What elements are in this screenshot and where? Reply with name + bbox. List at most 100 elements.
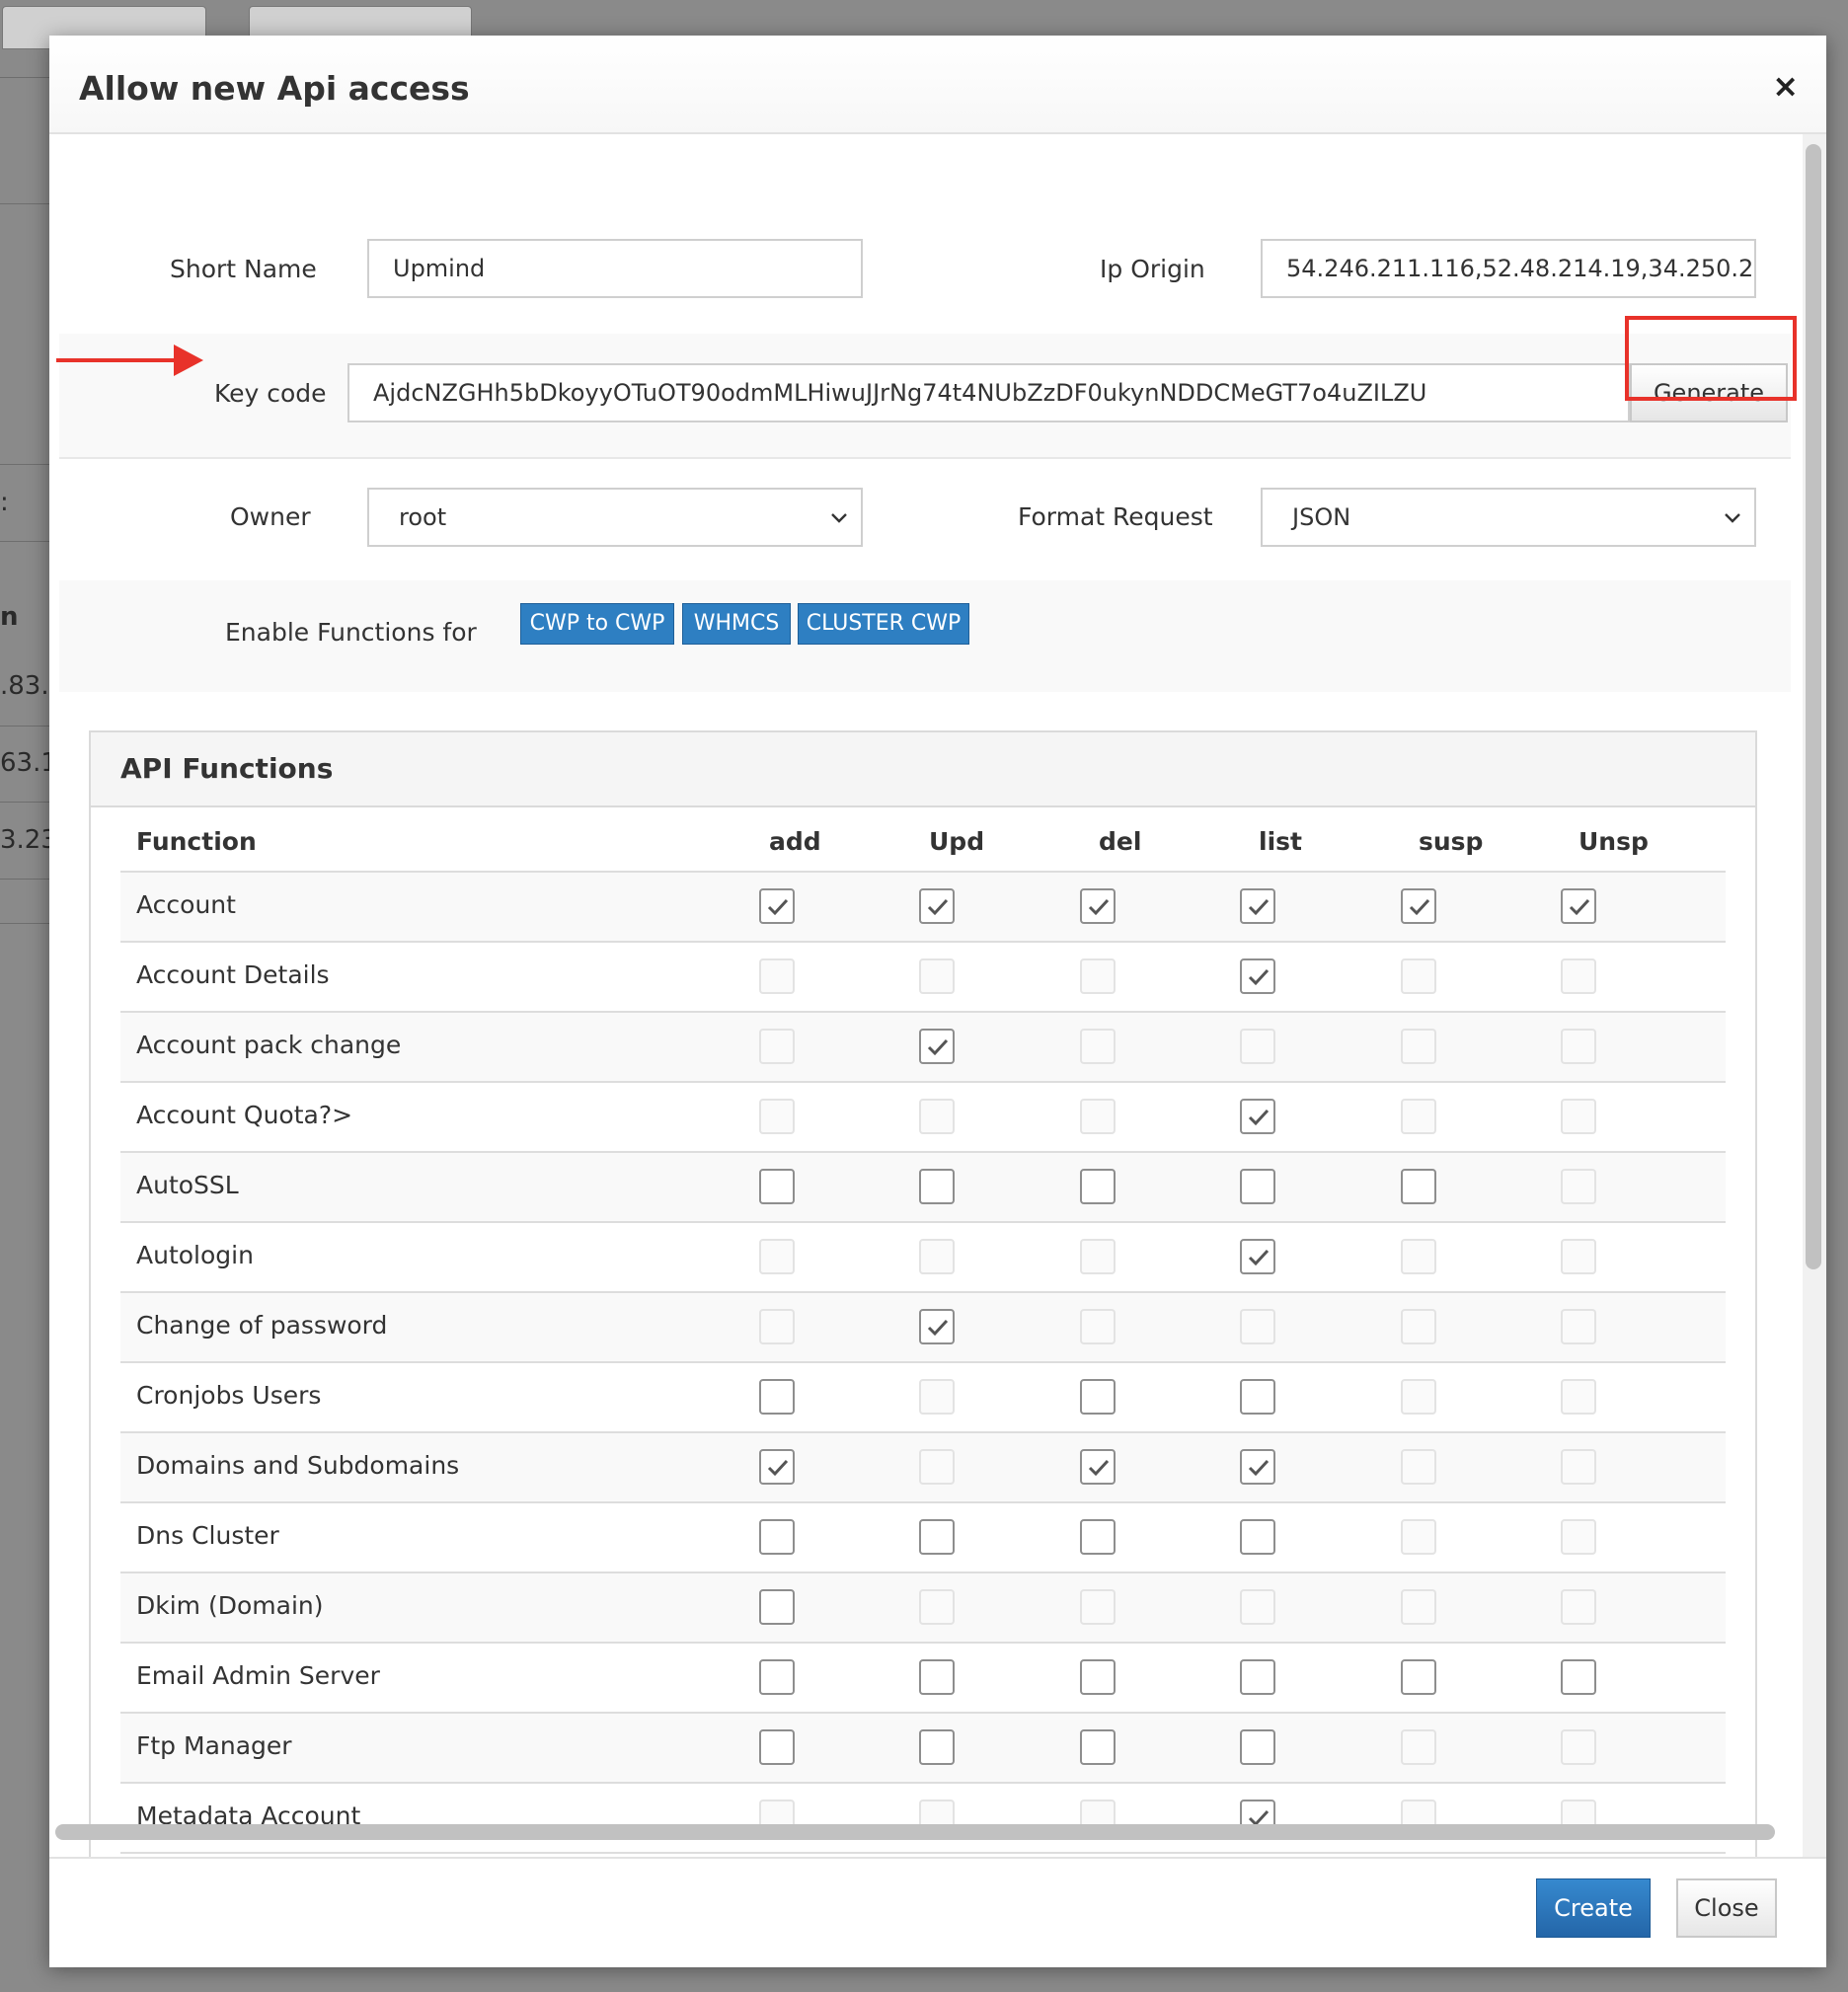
owner-select[interactable]: root bbox=[367, 488, 863, 547]
checkbox-susp bbox=[1401, 1239, 1436, 1274]
key-code-input[interactable]: AjdcNZGHh5bDkoyyOTuOT90odmMLHiwuJJrNg74t… bbox=[347, 363, 1630, 422]
table-row: Cronjobs Users bbox=[120, 1363, 1726, 1433]
checkbox-add[interactable] bbox=[759, 1659, 795, 1695]
chevron-down-icon bbox=[831, 513, 847, 523]
table-row: Autologin bbox=[120, 1223, 1726, 1293]
checkbox-del[interactable] bbox=[1080, 1449, 1116, 1485]
checkbox-upd bbox=[919, 1379, 955, 1415]
checkbox-upd[interactable] bbox=[919, 1729, 955, 1765]
annotation-arrow-line bbox=[56, 358, 180, 362]
checkbox-unsp bbox=[1561, 958, 1596, 994]
checkbox-list[interactable] bbox=[1240, 1729, 1275, 1765]
checkbox-upd bbox=[919, 1099, 955, 1134]
checkbox-add[interactable] bbox=[759, 1449, 795, 1485]
modal-footer: Create Close bbox=[49, 1857, 1826, 1967]
close-icon[interactable]: × bbox=[1772, 67, 1799, 105]
checkbox-list[interactable] bbox=[1240, 1239, 1275, 1274]
checkmark-icon bbox=[767, 898, 789, 916]
enable-functions-label: Enable Functions for bbox=[225, 618, 477, 647]
checkbox-del[interactable] bbox=[1080, 1379, 1116, 1415]
close-button[interactable]: Close bbox=[1676, 1878, 1777, 1938]
checkbox-unsp[interactable] bbox=[1561, 888, 1596, 924]
checkbox-add[interactable] bbox=[759, 1169, 795, 1204]
checkbox-add[interactable] bbox=[759, 1379, 795, 1415]
vertical-scrollbar-thumb[interactable] bbox=[1806, 144, 1821, 1269]
checkmark-icon bbox=[1088, 1459, 1110, 1477]
form-row-key-code: Key code AjdcNZGHh5bDkoyyOTuOT90odmMLHiw… bbox=[59, 334, 1791, 459]
checkbox-susp[interactable] bbox=[1401, 1659, 1436, 1695]
checkbox-unsp bbox=[1561, 1519, 1596, 1555]
cwp-to-cwp-button[interactable]: CWP to CWP bbox=[520, 603, 674, 645]
checkbox-del[interactable] bbox=[1080, 1659, 1116, 1695]
checkbox-list[interactable] bbox=[1240, 1519, 1275, 1555]
checkbox-susp[interactable] bbox=[1401, 888, 1436, 924]
checkbox-add[interactable] bbox=[759, 1729, 795, 1765]
checkbox-del bbox=[1080, 1309, 1116, 1344]
checkbox-unsp bbox=[1561, 1099, 1596, 1134]
checkbox-add[interactable] bbox=[759, 888, 795, 924]
table-row: Dns Cluster bbox=[120, 1503, 1726, 1573]
checkbox-upd[interactable] bbox=[919, 1519, 955, 1555]
checkbox-unsp bbox=[1561, 1589, 1596, 1625]
checkbox-del[interactable] bbox=[1080, 1169, 1116, 1204]
checkbox-list bbox=[1240, 1309, 1275, 1344]
function-name: Autologin bbox=[136, 1241, 254, 1269]
api-access-modal: Allow new Api access × Short Name Upmind… bbox=[49, 36, 1826, 1967]
checkbox-unsp[interactable] bbox=[1561, 1659, 1596, 1695]
checkbox-upd[interactable] bbox=[919, 1309, 955, 1344]
checkmark-icon bbox=[1248, 1459, 1270, 1477]
function-name: Ftp Manager bbox=[136, 1731, 292, 1760]
checkmark-icon bbox=[1248, 968, 1270, 986]
checkbox-del[interactable] bbox=[1080, 888, 1116, 924]
checkbox-list[interactable] bbox=[1240, 888, 1275, 924]
checkbox-upd[interactable] bbox=[919, 1659, 955, 1695]
checkmark-icon bbox=[927, 898, 949, 916]
checkbox-upd[interactable] bbox=[919, 1029, 955, 1064]
checkbox-list[interactable] bbox=[1240, 1379, 1275, 1415]
checkbox-list bbox=[1240, 1029, 1275, 1064]
whmcs-button[interactable]: WHMCS bbox=[682, 603, 791, 645]
checkbox-del[interactable] bbox=[1080, 1729, 1116, 1765]
function-name: Cronjobs Users bbox=[136, 1381, 322, 1410]
horizontal-scrollbar-thumb[interactable] bbox=[55, 1824, 1775, 1840]
checkmark-icon bbox=[1248, 1109, 1270, 1126]
checkbox-upd[interactable] bbox=[919, 1169, 955, 1204]
checkbox-list[interactable] bbox=[1240, 1659, 1275, 1695]
checkbox-list[interactable] bbox=[1240, 1099, 1275, 1134]
owner-label: Owner bbox=[230, 502, 311, 531]
checkbox-add[interactable] bbox=[759, 1589, 795, 1625]
checkbox-upd bbox=[919, 1449, 955, 1485]
checkbox-list[interactable] bbox=[1240, 958, 1275, 994]
column-header-list: list bbox=[1259, 827, 1302, 856]
table-row: Ftp Manager bbox=[120, 1714, 1726, 1784]
checkbox-susp bbox=[1401, 1589, 1436, 1625]
checkbox-del bbox=[1080, 1239, 1116, 1274]
checkbox-upd[interactable] bbox=[919, 888, 955, 924]
checkbox-del bbox=[1080, 1589, 1116, 1625]
table-row: Change of password bbox=[120, 1293, 1726, 1363]
function-name: Email Admin Server bbox=[136, 1661, 380, 1690]
checkmark-icon bbox=[1088, 898, 1110, 916]
panel-title: API Functions bbox=[120, 752, 334, 785]
checkbox-del[interactable] bbox=[1080, 1519, 1116, 1555]
checkbox-upd bbox=[919, 1589, 955, 1625]
table-row: Account Quota?> bbox=[120, 1083, 1726, 1153]
table-row: AutoSSL bbox=[120, 1153, 1726, 1223]
column-header-add: add bbox=[769, 827, 821, 856]
checkbox-add[interactable] bbox=[759, 1519, 795, 1555]
table-row: Email Admin Server bbox=[120, 1644, 1726, 1714]
checkbox-del bbox=[1080, 958, 1116, 994]
create-button[interactable]: Create bbox=[1536, 1878, 1651, 1938]
owner-select-value: root bbox=[399, 503, 447, 531]
short-name-input[interactable]: Upmind bbox=[367, 239, 863, 298]
annotation-arrow-icon bbox=[174, 345, 203, 376]
checkbox-list[interactable] bbox=[1240, 1169, 1275, 1204]
function-name: Account Quota?> bbox=[136, 1101, 353, 1129]
checkbox-susp[interactable] bbox=[1401, 1169, 1436, 1204]
ip-origin-input[interactable]: 54.246.211.116,52.48.214.19,34.250.21 bbox=[1261, 239, 1756, 298]
modal-title: Allow new Api access bbox=[79, 69, 470, 108]
checkbox-list[interactable] bbox=[1240, 1449, 1275, 1485]
format-request-select[interactable]: JSON bbox=[1261, 488, 1756, 547]
chevron-down-icon bbox=[1725, 513, 1740, 523]
cluster-cwp-button[interactable]: CLUSTER CWP bbox=[798, 603, 969, 645]
